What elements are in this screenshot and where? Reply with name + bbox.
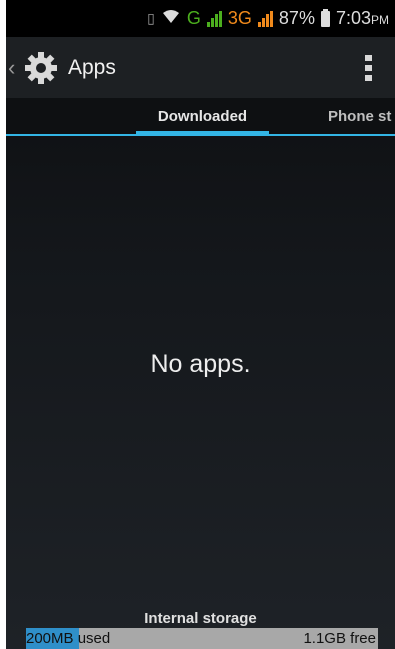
storage-used-text: 200MB used <box>26 630 110 647</box>
overflow-menu-icon[interactable] <box>365 55 373 81</box>
sim-icon: ▯ <box>147 10 155 26</box>
signal-icon <box>257 10 273 27</box>
clock-time: 7:03 <box>335 8 371 28</box>
storage-usage-bar: 200MB used 1.1GB free <box>26 628 378 649</box>
wifi-icon <box>161 8 181 29</box>
back-caret-icon[interactable]: ‹ <box>8 55 20 81</box>
status-bar: ▯ G 3G 87% 7:03PM <box>6 0 395 37</box>
clock: 7:03PM <box>336 8 389 29</box>
signal-icon <box>206 10 222 27</box>
storage-used-amount: 200MB <box>26 630 74 647</box>
storage-free-text: 1.1GB free <box>303 630 376 647</box>
network-3g-label: 3G <box>227 8 252 28</box>
storage-used-suffix: used <box>73 630 111 647</box>
empty-list-message: No apps. <box>150 350 251 378</box>
tab-downloaded[interactable]: Downloaded <box>136 98 269 136</box>
battery-icon <box>320 8 330 27</box>
battery-percent: 87% <box>278 8 315 28</box>
page-title: Apps <box>68 55 116 79</box>
tab-strip: Downloaded Phone st <box>6 98 395 136</box>
network-g-label: G <box>186 8 201 28</box>
clock-ampm: PM <box>371 13 389 27</box>
storage-label: Internal storage <box>144 610 257 627</box>
action-bar: ‹ Apps <box>6 37 395 98</box>
settings-gear-icon[interactable] <box>24 51 58 85</box>
phone-screen: ▯ G 3G 87% 7:03PM ‹ Apps Downloaded Phon… <box>0 0 395 649</box>
tab-phone-storage[interactable]: Phone st <box>328 98 391 134</box>
